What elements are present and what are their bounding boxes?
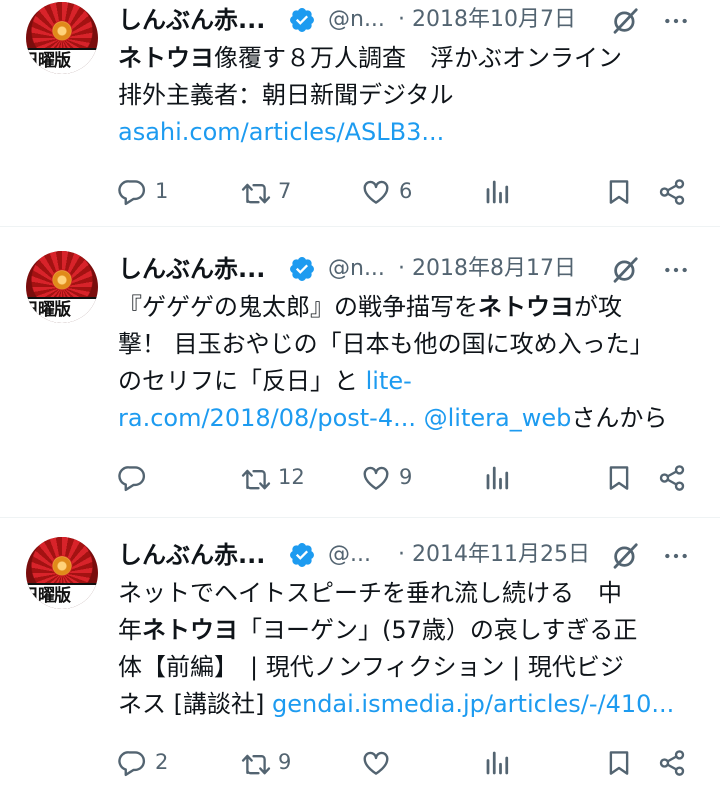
views-icon [486,751,509,775]
tweet-text-line: 『ゲゲゲの鬼太郎』の戦争描写をネトウヨが攻 [118,289,698,326]
like-icon [363,466,389,490]
tweet-date[interactable]: 2018年10月7日 [412,0,576,40]
reply-count: 1 [155,179,169,203]
tweet-text-line: 撃！ 目玉おやじの「日本も他の国に攻め入った」 [118,326,698,363]
retweet-count: 12 [278,465,305,489]
avatar[interactable]: 日曜版 [26,2,98,74]
url-link[interactable]: asahi.com/articles/ASLB3... [118,118,444,146]
tweet-text-line: ネトウヨ像覆す８万人調査 浮かぶオンライン [118,40,698,77]
tweet-text: ネトウヨ像覆す８万人調査 浮かぶオンライン排外主義者：朝日新聞デジタル asahi… [118,40,698,151]
flower-center [53,22,71,40]
like-icon [363,751,389,775]
tweet[interactable]: 日曜版 しんぶん赤... @... · 2014年11月25日 ネットでヘイトス… [0,535,720,796]
more-icon[interactable] [663,543,689,569]
tweet-date[interactable]: 2014年11月25日 [412,535,590,575]
like-count: 6 [399,179,413,203]
reply-count: 2 [155,750,169,774]
tweet-text-line: asahi.com/articles/ASLB3... [118,114,698,151]
avatar[interactable]: 日曜版 [26,251,98,323]
share-icon [659,179,685,205]
highlighted-keyword: ネトウヨ [118,44,214,72]
like-icon [363,180,389,204]
tweet[interactable]: 日曜版 しんぶん赤... @n... · 2018年10月7日 ネトウヨ像覆す８… [0,0,720,227]
retweet-count: 9 [278,750,292,774]
views-icon [486,180,509,204]
url-link[interactable]: gendai.ismedia.jp/articles/-/410... [272,690,674,718]
avatar-text: 日曜版 [26,48,98,74]
grok-icon[interactable] [610,6,640,36]
separator: · [398,7,405,32]
tweet-text-segment: さんから [571,404,668,432]
action-bar: 2 9 [0,742,720,782]
tweet-text-line: 排外主義者：朝日新聞デジタル [118,77,698,114]
bookmark-icon [609,466,629,490]
display-name[interactable]: しんぶん赤... [118,249,265,289]
tweet-text-line: 体【前編】 | 現代ノンフィクション | 現代ビジ [118,649,698,686]
tweet-text-segment: 体【前編】 | 現代ノンフィクション | 現代ビジ [118,653,624,681]
tweet-text-segment: 『ゲゲゲの鬼太郎』の戦争描写を [118,293,478,321]
verified-badge-icon [290,257,314,281]
bookmark-icon [609,180,629,204]
tweet-text-line: 年ネトウヨ「ヨーゲン」(57歳）の哀しすぎる正 [118,612,698,649]
verified-badge-icon [290,543,314,567]
tweet[interactable]: 日曜版 しんぶん赤... @n... · 2018年8月17日 『ゲゲゲの鬼太郎… [0,249,720,518]
avatar[interactable]: 日曜版 [26,537,98,609]
tweet-text-segment [416,404,424,432]
tweet-text: 『ゲゲゲの鬼太郎』の戦争描写をネトウヨが攻撃！ 目玉おやじの「日本も他の国に攻め… [118,289,698,437]
handle[interactable]: @... [328,535,371,575]
tweet-date[interactable]: 2018年8月17日 [412,249,576,289]
tweet-text-segment: 撃！ 目玉おやじの「日本も他の国に攻め入った」 [118,330,654,358]
share-icon [659,750,685,776]
url-link[interactable]: lite- [366,367,412,395]
reply-icon [118,751,146,777]
action-bar: 12 9 [0,457,720,497]
flower-center [53,271,71,289]
tweet-text-line: ネットでヘイトスピーチを垂れ流し続ける 中 [118,575,698,612]
retweet-icon [241,183,271,204]
action-bar: 1 7 6 [0,171,720,211]
more-icon[interactable] [663,257,689,283]
highlighted-keyword: ネトウヨ [478,293,574,321]
separator: · [398,542,405,567]
tweet-text: ネットでヘイトスピーチを垂れ流し続ける 中年ネトウヨ「ヨーゲン」(57歳）の哀し… [118,575,698,723]
url-link[interactable]: ra.com/2018/08/post-4... [118,404,416,432]
flower-center [53,557,71,575]
tweet-text-segment: 年 [118,616,142,644]
retweet-icon [241,469,271,490]
mention-link[interactable]: @litera_web [424,404,572,432]
verified-badge-icon [290,8,314,32]
tweet-header: しんぶん赤... @... · 2014年11月25日 [118,535,720,575]
tweet-text-segment: 像覆す８万人調査 浮かぶオンライン [214,44,622,72]
highlighted-keyword: ネトウヨ [142,616,238,644]
retweet-icon [241,754,271,775]
separator: · [398,256,405,281]
display-name[interactable]: しんぶん赤... [118,0,265,40]
reply-icon [118,180,146,206]
like-count: 9 [399,465,413,489]
tweet-text-segment: のセリフに「反日」と [118,367,366,395]
tweet-text-segment: ネス [講談社] [118,690,272,718]
bookmark-icon [609,751,629,775]
tweet-header: しんぶん赤... @n... · 2018年10月7日 [118,0,720,40]
grok-icon[interactable] [610,255,640,285]
avatar-text: 日曜版 [26,583,98,609]
views-icon [486,466,509,490]
tweet-text-line: ra.com/2018/08/post-4... @litera_webさんから [118,400,698,437]
display-name[interactable]: しんぶん赤... [118,535,265,575]
share-icon [659,465,685,491]
reply-icon [118,466,146,492]
tweet-header: しんぶん赤... @n... · 2018年8月17日 [118,249,720,289]
tweet-text-segment: ネットでヘイトスピーチを垂れ流し続ける 中 [118,579,622,607]
handle[interactable]: @n... [328,0,385,40]
grok-icon[interactable] [610,541,640,571]
more-icon[interactable] [663,8,689,34]
tweet-text-line: のセリフに「反日」と lite- [118,363,698,400]
tweet-text-segment: 排外主義者：朝日新聞デジタル [118,81,454,109]
handle[interactable]: @n... [328,249,385,289]
avatar-text: 日曜版 [26,297,98,323]
retweet-count: 7 [278,179,292,203]
tweet-text-segment: が攻 [574,293,622,321]
tweet-text-segment: 「ヨーゲン」(57歳）の哀しすぎる正 [238,616,638,644]
tweet-text-line: ネス [講談社] gendai.ismedia.jp/articles/-/41… [118,686,698,723]
